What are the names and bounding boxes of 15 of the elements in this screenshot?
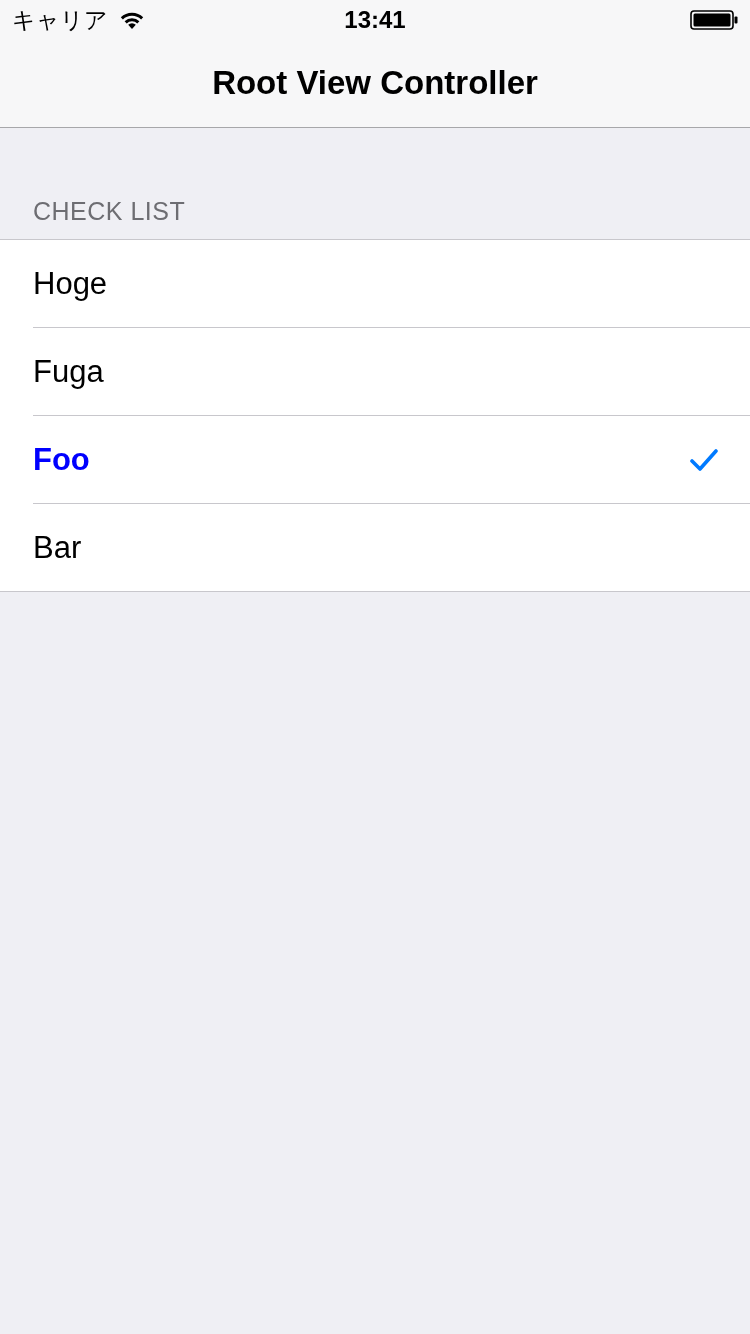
row-label: Bar xyxy=(33,529,83,566)
battery-icon xyxy=(690,10,738,30)
carrier-name: キャリア xyxy=(12,6,108,34)
status-time: 13:41 xyxy=(344,6,406,34)
wifi-icon xyxy=(120,11,144,29)
list-row[interactable]: Foo xyxy=(0,416,750,504)
list-row[interactable]: Bar xyxy=(0,504,750,591)
list-row[interactable]: Hoge xyxy=(0,240,750,328)
row-label: Fuga xyxy=(33,354,105,390)
checkmark-icon xyxy=(690,449,718,471)
section-header: CHECK LIST xyxy=(33,197,186,226)
nav-title: Root View Controller xyxy=(212,63,538,102)
row-label: Hoge xyxy=(33,266,109,302)
list-row[interactable]: Fuga xyxy=(0,328,750,416)
row-label: Foo xyxy=(33,442,91,478)
